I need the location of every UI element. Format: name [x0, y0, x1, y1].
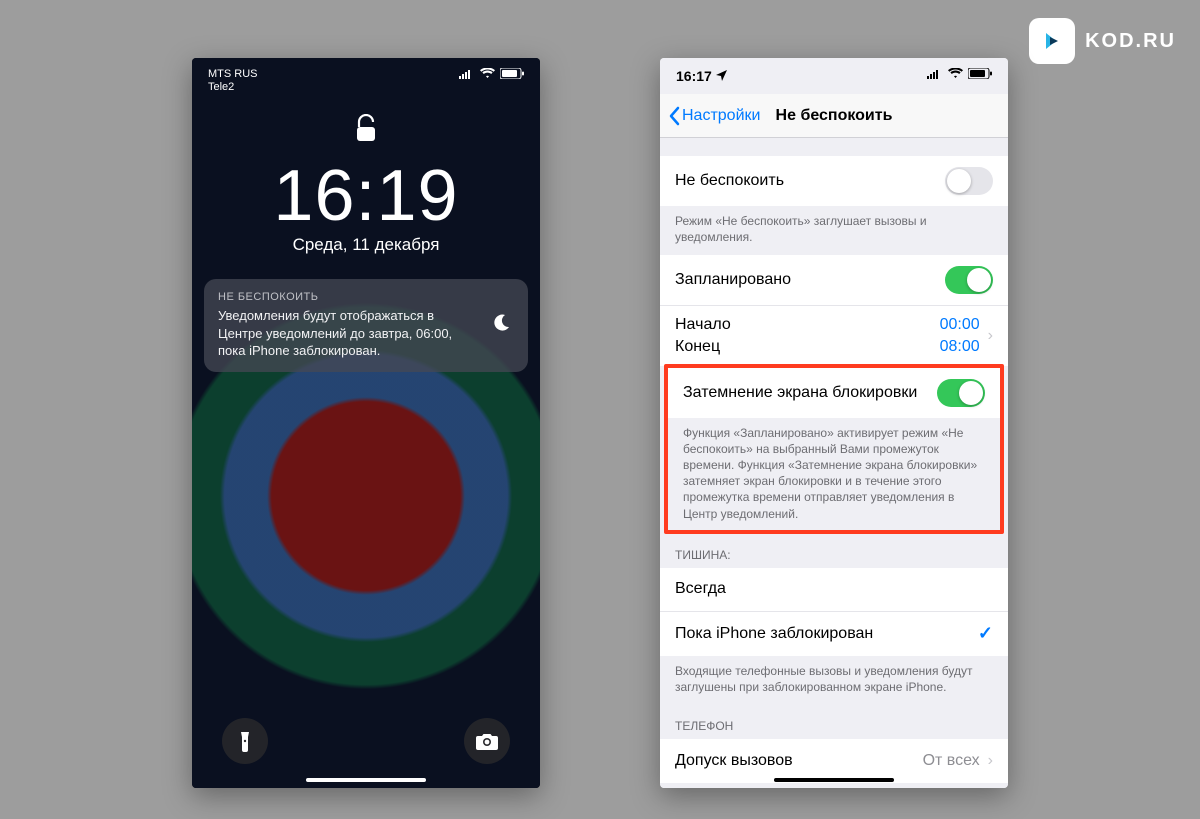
scheduled-toggle[interactable]: [945, 266, 993, 294]
silence-always-row[interactable]: Всегда: [660, 568, 1008, 612]
allow-calls-label: Допуск вызовов: [675, 752, 793, 770]
phone-header: ТЕЛЕФОН: [660, 705, 1008, 739]
status-bar: MTS RUS Tele2: [192, 58, 540, 94]
battery-icon: [968, 68, 992, 82]
silence-footer: Входящие телефонные вызовы и уведомления…: [660, 656, 1008, 705]
signal-icon: [927, 68, 943, 82]
watermark: KOD.RU: [1029, 18, 1176, 64]
scheduled-label: Запланировано: [675, 271, 791, 289]
status-bar: 16:17: [660, 58, 1008, 94]
silence-header: ТИШИНА:: [660, 534, 1008, 568]
camera-button[interactable]: [464, 718, 510, 764]
nav-bar: Настройки Не беспокоить: [660, 94, 1008, 138]
phone-settings-screen: 16:17: [660, 58, 1008, 788]
home-indicator[interactable]: [306, 778, 426, 782]
start-value: 00:00: [940, 314, 980, 336]
chevron-right-icon: ›: [988, 327, 993, 345]
silence-locked-row[interactable]: Пока iPhone заблокирован ✓: [660, 612, 1008, 656]
carrier-1: MTS RUS: [208, 68, 258, 81]
carrier-2: Tele2: [208, 81, 258, 94]
scheduled-row[interactable]: Запланировано: [660, 255, 1008, 306]
nav-title: Не беспокоить: [660, 107, 1008, 125]
dim-lock-toggle[interactable]: [937, 379, 985, 407]
dnd-label: Не беспокоить: [675, 172, 784, 190]
dim-lock-label: Затемнение экрана блокировки: [683, 384, 917, 402]
dnd-row[interactable]: Не беспокоить: [660, 156, 1008, 206]
end-label: Конец: [675, 336, 731, 358]
wifi-icon: [948, 68, 963, 82]
unlock-icon: [192, 114, 540, 149]
start-label: Начало: [675, 314, 731, 336]
lock-time: 16:19: [192, 155, 540, 237]
silence-always-label: Всегда: [675, 580, 726, 598]
schedule-times-row[interactable]: Начало Конец 00:00 08:00 ›: [660, 306, 1008, 365]
dim-lock-row[interactable]: Затемнение экрана блокировки: [668, 368, 1000, 418]
lock-date: Среда, 11 декабря: [192, 235, 540, 255]
notification-body: Уведомления будут отображаться в Центре …: [218, 307, 476, 360]
dnd-notification[interactable]: НЕ БЕСПОКОИТЬ Уведомления будут отобража…: [204, 279, 528, 372]
dnd-footer: Режим «Не беспокоить» заглушает вызовы и…: [660, 206, 1008, 255]
battery-icon: [500, 68, 524, 82]
status-time: 16:17: [676, 68, 712, 84]
phone-lock-screen: MTS RUS Tele2 16:19: [192, 58, 540, 788]
highlight-box: Затемнение экрана блокировки Функция «За…: [664, 364, 1004, 534]
allow-calls-footer: В режиме «Не беспокоить» разрешить входя…: [660, 783, 1008, 788]
home-indicator[interactable]: [774, 778, 894, 782]
wifi-icon: [480, 68, 495, 82]
chevron-right-icon: ›: [988, 752, 993, 770]
moon-icon: [488, 313, 514, 338]
watermark-text: KOD.RU: [1085, 30, 1176, 53]
location-icon: [716, 68, 727, 84]
end-value: 08:00: [940, 336, 980, 358]
check-icon: ✓: [978, 623, 993, 644]
signal-icon: [459, 68, 475, 82]
dnd-toggle[interactable]: [945, 167, 993, 195]
flashlight-button[interactable]: [222, 718, 268, 764]
dim-lock-footer: Функция «Запланировано» активирует режим…: [668, 418, 1000, 530]
notification-title: НЕ БЕСПОКОИТЬ: [218, 291, 476, 303]
silence-locked-label: Пока iPhone заблокирован: [675, 625, 873, 643]
kod-logo-icon: [1029, 18, 1075, 64]
allow-calls-value: От всех: [923, 752, 980, 770]
allow-calls-row[interactable]: Допуск вызовов От всех ›: [660, 739, 1008, 783]
